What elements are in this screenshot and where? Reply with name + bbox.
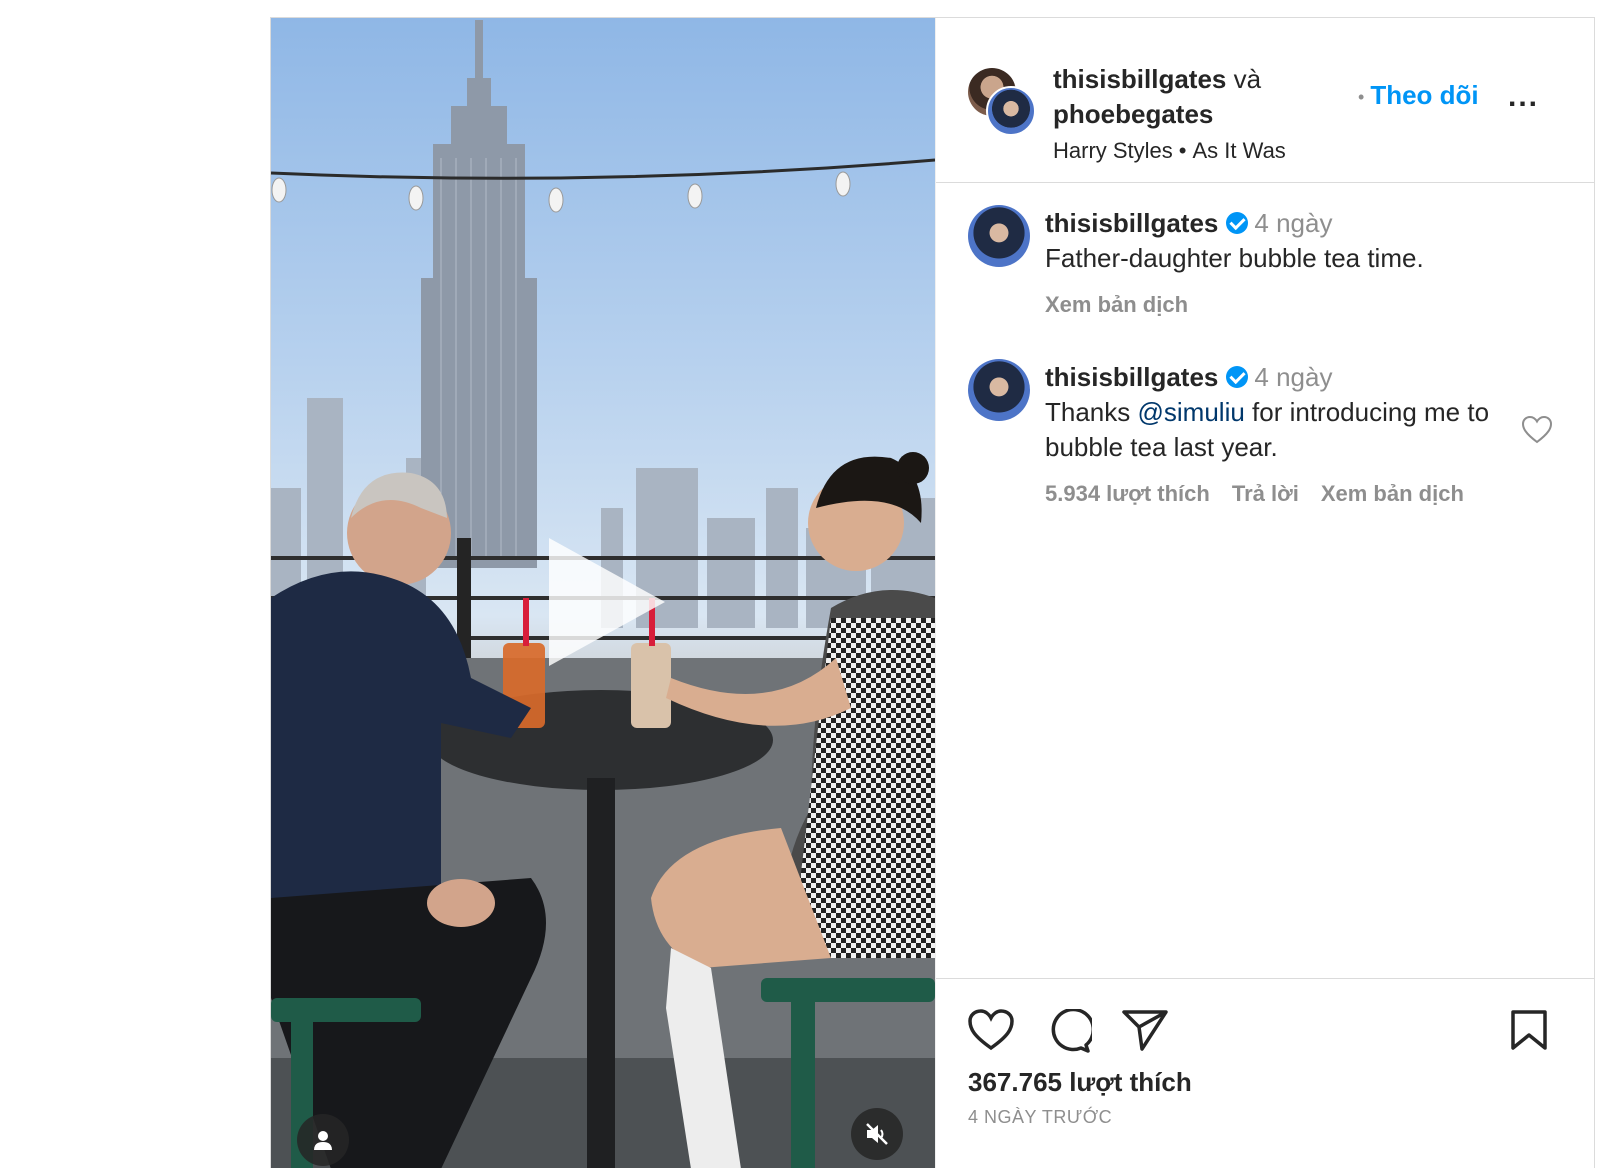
play-icon[interactable]	[549, 538, 665, 666]
post-video[interactable]	[271, 18, 935, 1168]
comment-time[interactable]: 4 ngày	[1254, 362, 1332, 392]
post-dialog: thisisbillgates và phoebegates Harry Sty…	[270, 17, 1595, 1168]
verified-badge-icon	[1226, 366, 1249, 388]
comment-text: Thanks @simuliu for introducing me to bu…	[1045, 395, 1515, 465]
heart-icon[interactable]	[968, 1009, 1014, 1051]
collab-usernames: thisisbillgates và phoebegates	[1053, 62, 1261, 132]
reply-link[interactable]: Trả lời	[1232, 481, 1299, 506]
comment-username[interactable]: thisisbillgates	[1045, 208, 1218, 238]
post-timestamp[interactable]: 4 NGÀY TRƯỚC	[968, 1107, 1112, 1128]
header-username-1[interactable]: thisisbillgates	[1053, 64, 1226, 94]
more-options-button[interactable]: ...	[1508, 80, 1539, 114]
comment-text: Father-daughter bubble tea time.	[1045, 243, 1424, 273]
post-header: thisisbillgates và phoebegates Harry Sty…	[936, 18, 1594, 183]
heart-icon[interactable]	[1521, 415, 1553, 445]
header-conjunction: và	[1233, 64, 1262, 94]
music-separator: •	[1178, 138, 1187, 163]
collab-avatars[interactable]	[968, 68, 1038, 138]
follow-separator: •	[1358, 86, 1365, 107]
bookmark-icon[interactable]	[1510, 1009, 1548, 1051]
comment-meta: 5.934 lượt thích Trả lời Xem bản dịch	[1045, 481, 1515, 507]
paper-plane-icon[interactable]	[1122, 1009, 1168, 1051]
post-actions: 367.765 lượt thích 4 NGÀY TRƯỚC	[936, 978, 1594, 1168]
mute-button[interactable]	[851, 1108, 903, 1160]
verified-badge-icon	[1226, 212, 1249, 234]
speaker-muted-icon	[866, 1123, 888, 1145]
comments-list: thisisbillgates 4 ngày Father-daughter bu…	[936, 183, 1594, 978]
music-title[interactable]: As It Was	[1193, 138, 1286, 163]
post-side-panel: thisisbillgates và phoebegates Harry Sty…	[935, 18, 1594, 1168]
comment-username[interactable]: thisisbillgates	[1045, 362, 1218, 392]
mention-link[interactable]: @simuliu	[1138, 397, 1245, 427]
avatar[interactable]	[968, 359, 1030, 421]
avatar-thisisbillgates[interactable]	[986, 86, 1036, 136]
audio-attribution[interactable]: Harry Styles • As It Was	[1053, 138, 1286, 164]
music-artist[interactable]: Harry Styles	[1053, 138, 1173, 163]
comment-header: thisisbillgates 4 ngày	[1045, 205, 1515, 241]
follow-area: • Theo dõi	[1358, 80, 1479, 111]
avatar[interactable]	[968, 205, 1030, 267]
comment-header: thisisbillgates 4 ngày	[1045, 359, 1515, 395]
user-tags-button[interactable]	[297, 1114, 349, 1166]
follow-button[interactable]: Theo dõi	[1370, 80, 1478, 110]
comment-time[interactable]: 4 ngày	[1254, 208, 1332, 238]
comment-icon[interactable]	[1046, 1009, 1092, 1053]
comment-likes-link[interactable]: 5.934 lượt thích	[1045, 481, 1210, 506]
comment-text-start: Thanks	[1045, 397, 1138, 427]
post-likes-count[interactable]: 367.765 lượt thích	[968, 1067, 1192, 1098]
see-translation-link[interactable]: Xem bản dịch	[1045, 292, 1188, 317]
comment-meta: Xem bản dịch	[1045, 292, 1515, 318]
header-username-2[interactable]: phoebegates	[1053, 99, 1213, 129]
user-icon	[314, 1131, 332, 1150]
see-translation-link[interactable]: Xem bản dịch	[1321, 481, 1464, 506]
